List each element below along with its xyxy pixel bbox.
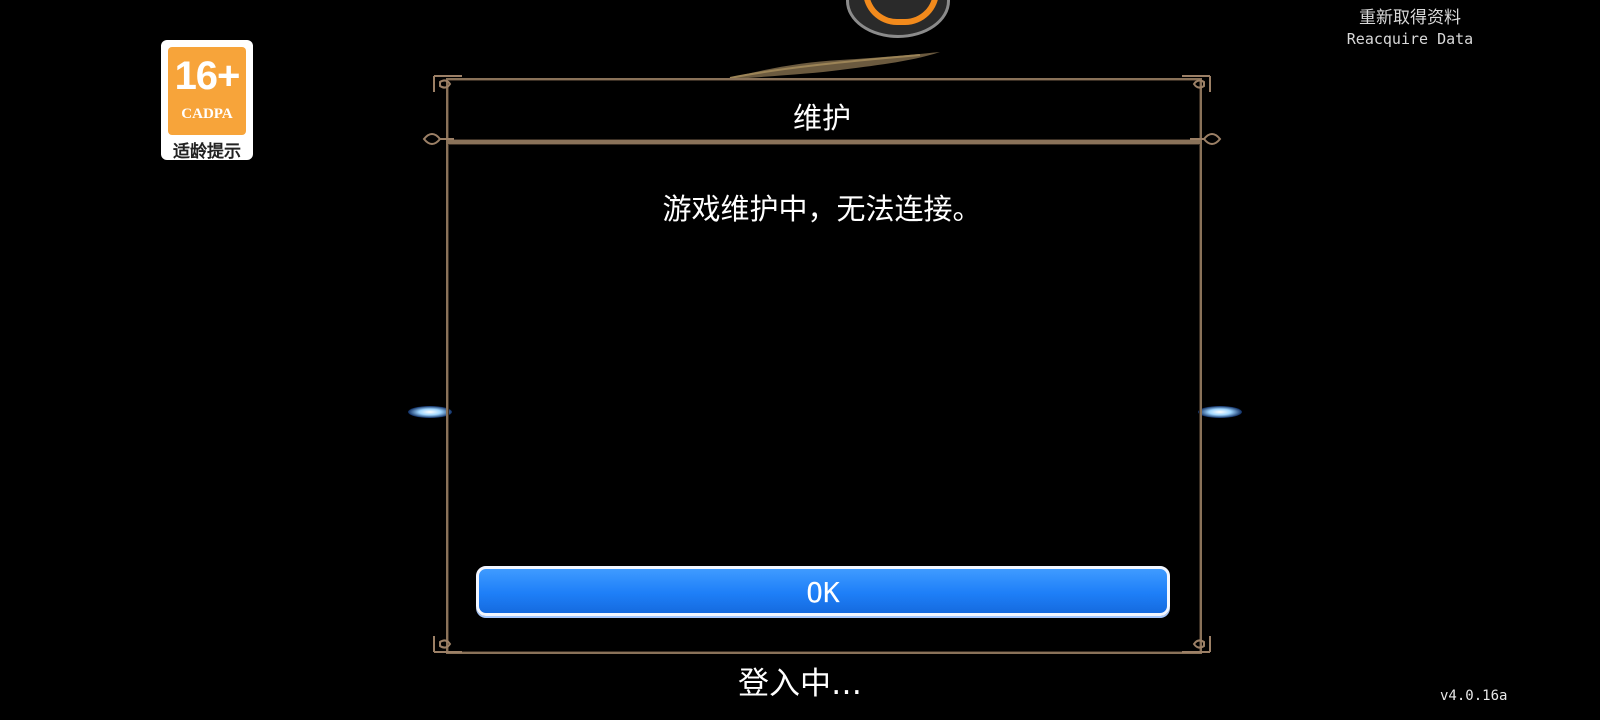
- ok-button[interactable]: OK: [476, 566, 1170, 616]
- frame-corner-ornament-icon: [433, 75, 462, 92]
- age-rating-number: 16+: [174, 54, 241, 98]
- version-label: v4.0.16a: [1440, 688, 1508, 704]
- age-rating-hint: 适龄提示: [173, 142, 241, 162]
- dialog-message: 游戏维护中，无法连接。: [662, 192, 982, 226]
- reacquire-label-zh: 重新取得资料: [1359, 8, 1461, 28]
- reacquire-label-en: Reacquire Data: [1346, 30, 1474, 48]
- dialog-title: 维护: [792, 101, 851, 135]
- frame-corner-ornament-icon: [1182, 636, 1211, 653]
- reacquire-data-button[interactable]: 重新取得资料 Reacquire Data: [1325, 8, 1495, 50]
- age-rating-badge: 16+ CADPA 适龄提示: [161, 40, 253, 162]
- game-emblem-icon: [846, 0, 950, 38]
- frame-corner-ornament-icon: [433, 636, 462, 653]
- frame-corner-ornament-icon: [1182, 75, 1211, 92]
- age-rating-org: CADPA: [181, 106, 233, 122]
- loading-status: 登入中…: [738, 666, 862, 702]
